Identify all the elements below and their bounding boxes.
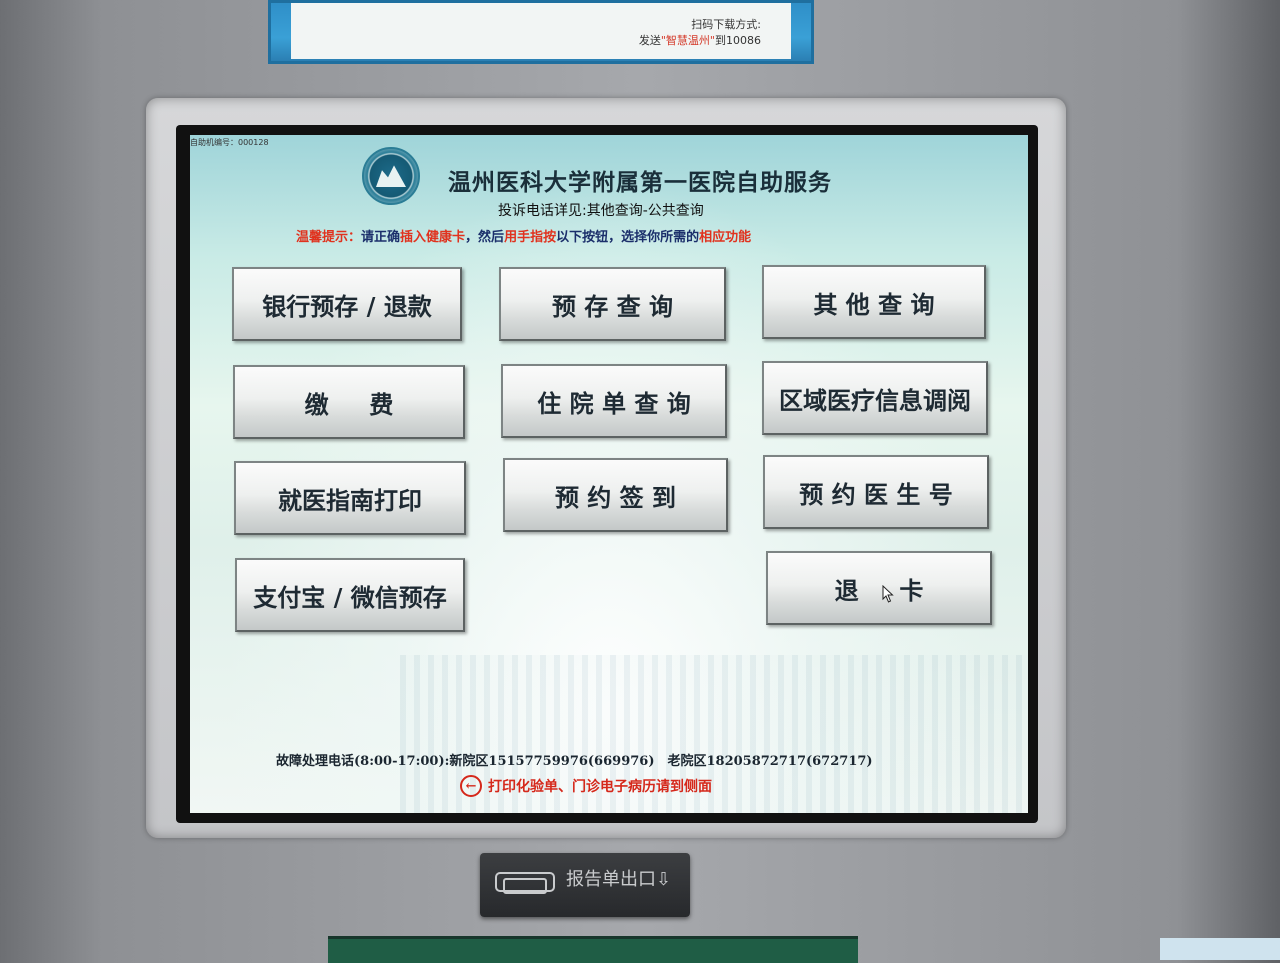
book-doctor-button[interactable]: 预 约 医 生 号 bbox=[763, 455, 989, 529]
alipay-wechat-deposit-button[interactable]: 支付宝 / 微信预存 bbox=[235, 558, 465, 632]
cursor-icon bbox=[882, 585, 894, 603]
kiosk-screen: 自助机编号：000128 温州医科大学附属第一医院自助服务 投诉电话详见:其他查… bbox=[190, 135, 1028, 813]
poster-line2: 发送"智慧温州"到10086 bbox=[639, 33, 761, 49]
payment-button[interactable]: 缴 费 bbox=[233, 365, 465, 439]
bank-deposit-refund-button[interactable]: 银行预存 / 退款 bbox=[232, 267, 462, 341]
guide-print-button[interactable]: 就医指南打印 bbox=[234, 461, 466, 535]
side-print-note: ← 打印化验单、门诊电子病历请到侧面 bbox=[460, 775, 712, 797]
hospital-logo-icon bbox=[362, 147, 420, 205]
left-arrow-icon: ← bbox=[460, 775, 482, 797]
tip-part: 相应功能 bbox=[699, 230, 752, 245]
return-card-button[interactable]: 退 卡 bbox=[766, 551, 992, 625]
poster-line2-prefix: 发送 bbox=[638, 34, 661, 47]
kiosk-lower-panel bbox=[328, 936, 858, 963]
page-subtitle: 投诉电话详见:其他查询-公共查询 bbox=[498, 203, 704, 219]
report-outlet: 报告单出口⇩ bbox=[480, 853, 690, 917]
down-arrow-icon: ⇩ bbox=[656, 869, 672, 890]
wall-poster: 扫码下载方式: 发送"智慧温州"到10086 bbox=[268, 0, 814, 64]
poster-line2-highlight: "智慧温州" bbox=[660, 34, 715, 47]
tip-part: 用手指按 bbox=[504, 230, 557, 245]
inpatient-query-button[interactable]: 住 院 单 查 询 bbox=[501, 364, 727, 438]
device-id: 自助机编号：000128 bbox=[190, 138, 269, 147]
report-outlet-label: 报告单出口⇩ bbox=[566, 865, 671, 891]
tip-part: 请正确 bbox=[361, 230, 401, 245]
report-outlet-text: 报告单出口 bbox=[566, 869, 656, 890]
appointment-checkin-button[interactable]: 预 约 签 到 bbox=[503, 458, 728, 532]
poster-text: 扫码下载方式: 发送"智慧温州"到10086 bbox=[639, 17, 761, 49]
side-print-note-text: 打印化验单、门诊电子病历请到侧面 bbox=[488, 779, 712, 795]
tip-part: 以下按钮，选择你所需的 bbox=[556, 230, 700, 245]
adjacent-device bbox=[1160, 938, 1280, 960]
poster-panel: 扫码下载方式: 发送"智慧温州"到10086 bbox=[291, 3, 791, 59]
deposit-query-button[interactable]: 预 存 查 询 bbox=[499, 267, 726, 341]
regional-records-button[interactable]: 区域医疗信息调阅 bbox=[762, 361, 988, 435]
tip-banner: 温馨提示：请正确插入健康卡，然后用手指按以下按钮，选择你所需的相应功能 bbox=[296, 226, 751, 245]
tip-part: ，然后 bbox=[465, 230, 505, 245]
tip-part: 温馨提示： bbox=[296, 230, 362, 245]
other-query-button[interactable]: 其 他 查 询 bbox=[762, 265, 986, 339]
poster-line1: 扫码下载方式: bbox=[691, 18, 761, 31]
printer-slot-icon bbox=[495, 872, 555, 894]
page-title: 温州医科大学附属第一医院自助服务 bbox=[448, 169, 832, 196]
poster-line2-suffix: 到10086 bbox=[715, 34, 761, 47]
tip-part: 插入健康卡 bbox=[400, 230, 466, 245]
support-phone: 故障处理电话(8:00-17:00):新院区15157759976(669976… bbox=[276, 754, 873, 769]
